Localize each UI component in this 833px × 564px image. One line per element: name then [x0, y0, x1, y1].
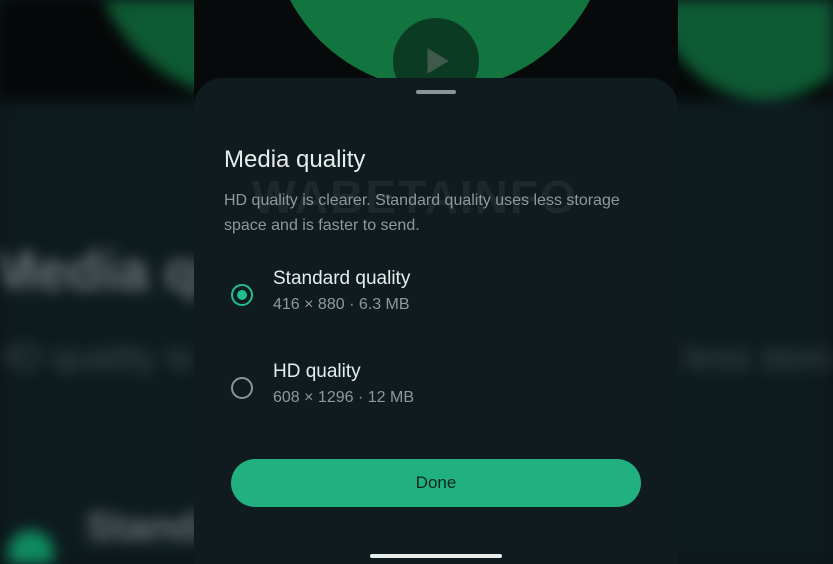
option-detail: 608 × 1296 · 12 MB — [273, 389, 414, 406]
option-label: Standard quality — [273, 268, 411, 289]
option-detail: 416 × 880 · 6.3 MB — [273, 296, 410, 313]
done-button[interactable]: Done — [231, 459, 641, 507]
sheet-description: HD quality is clearer. Standard quality … — [224, 192, 620, 234]
radio-selected-icon[interactable] — [231, 284, 253, 306]
option-hd-quality[interactable]: HD quality 608 × 1296 · 12 MB — [224, 361, 644, 421]
phone-screen: WABETAINFO Media quality HD quality is c… — [194, 0, 678, 564]
radio-unselected-icon[interactable] — [231, 377, 253, 399]
media-quality-sheet: WABETAINFO Media quality HD quality is c… — [194, 78, 678, 564]
sheet-title: Media quality — [224, 146, 366, 173]
option-label: HD quality — [273, 361, 361, 382]
gesture-navigation-bar[interactable] — [370, 554, 502, 558]
drag-handle[interactable] — [416, 90, 456, 94]
play-icon — [427, 48, 449, 74]
option-standard-quality[interactable]: Standard quality 416 × 880 · 6.3 MB — [224, 268, 644, 328]
